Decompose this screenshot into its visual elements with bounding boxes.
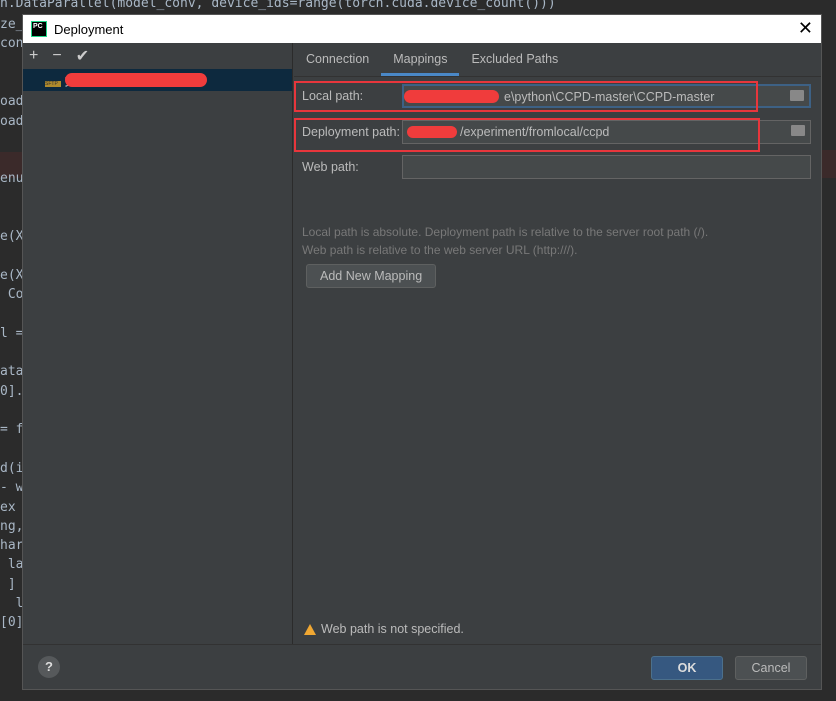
- code-line: l =: [0, 325, 24, 341]
- sftp-icon: SFTP: [45, 73, 61, 87]
- cancel-button[interactable]: Cancel: [735, 656, 807, 680]
- help-button[interactable]: ?: [38, 656, 60, 678]
- tab-bar: Connection Mappings Excluded Paths: [294, 43, 821, 77]
- web-path-input[interactable]: [402, 155, 811, 179]
- set-default-button[interactable]: ✔: [76, 46, 89, 66]
- server-toolbar: + − ✔: [23, 43, 292, 69]
- web-path-row: Web path:: [302, 155, 811, 179]
- add-new-mapping-button[interactable]: Add New Mapping: [306, 264, 437, 288]
- code-line: ]: [0, 576, 16, 592]
- code-line: enu: [0, 171, 24, 187]
- tab-excluded-paths[interactable]: Excluded Paths: [459, 43, 570, 76]
- background-error-line-right: [822, 150, 836, 178]
- warning-icon: [304, 623, 316, 635]
- ok-button[interactable]: OK: [651, 656, 723, 680]
- folder-icon[interactable]: [790, 90, 804, 101]
- server-item[interactable]: SFTP y: [23, 69, 292, 91]
- code-line: ng,: [0, 518, 24, 534]
- title-bar: PC _ Deployment ✕: [23, 15, 821, 43]
- add-server-button[interactable]: +: [29, 47, 38, 65]
- tab-connection[interactable]: Connection: [294, 43, 381, 76]
- code-line: - w: [0, 480, 24, 496]
- pycharm-logo-icon: PC _: [31, 21, 47, 39]
- dialog-title: Deployment: [54, 21, 124, 37]
- deployment-dialog: PC_ Deployment ✕ + − ✔ SFTP y Connection…: [22, 14, 822, 690]
- mappings-panel: Connection Mappings Excluded Paths Local…: [294, 43, 821, 644]
- remove-server-button[interactable]: −: [52, 47, 61, 65]
- tab-mappings[interactable]: Mappings: [381, 43, 460, 76]
- background-code-top: n.DataParallel(model_conv, device_ids=ra…: [0, 0, 556, 11]
- button-bar: ? OK Cancel: [23, 644, 821, 689]
- close-icon[interactable]: ✕: [798, 18, 813, 39]
- folder-icon[interactable]: [791, 125, 805, 136]
- redaction-scribble: [65, 73, 207, 87]
- web-path-label: Web path:: [302, 160, 359, 174]
- server-list-panel: + − ✔ SFTP y: [23, 43, 293, 644]
- warning-message: Web path is not specified.: [304, 622, 464, 636]
- highlight-box-local: [294, 81, 758, 112]
- path-hint: Local path is absolute. Deployment path …: [302, 225, 709, 257]
- highlight-box-deployment: [294, 118, 760, 152]
